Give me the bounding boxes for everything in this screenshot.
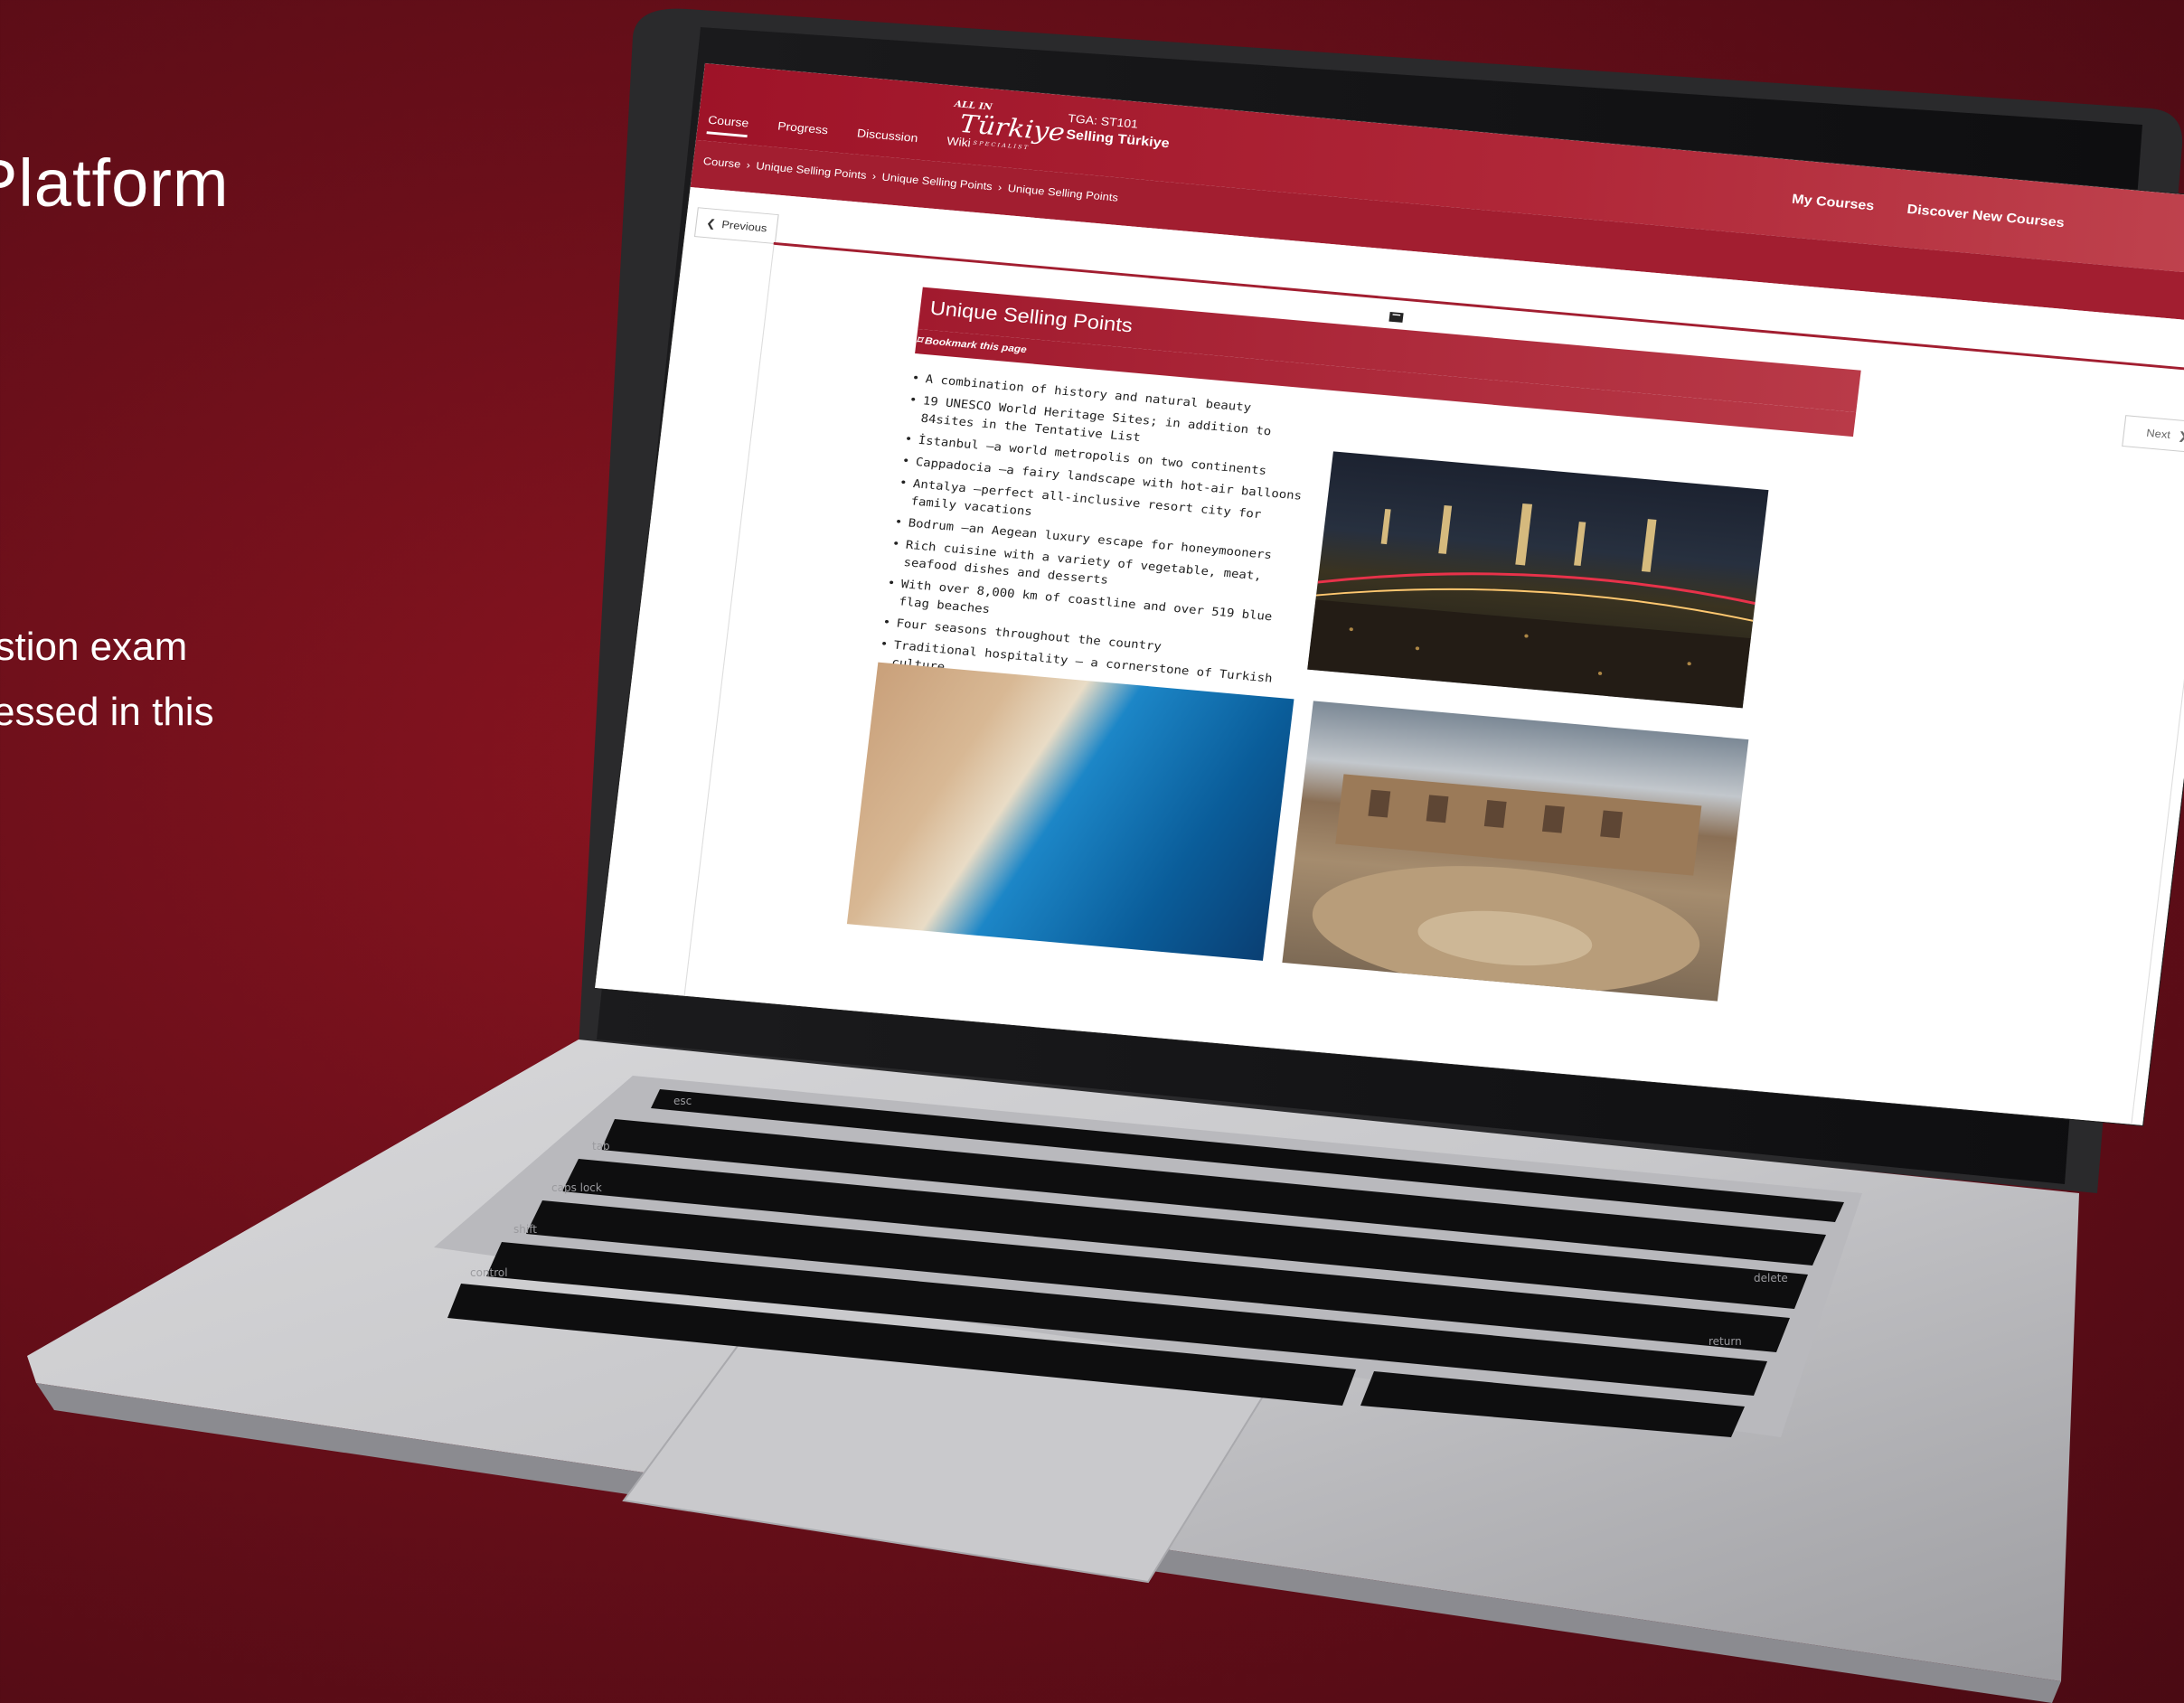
key-label: delete	[1754, 1272, 1788, 1284]
breadcrumb-item[interactable]: Unique Selling Points	[756, 160, 868, 182]
key-label: caps lock	[551, 1181, 602, 1194]
amphitheatre-photo	[1282, 701, 1749, 1002]
chevron-left-icon: ❮	[705, 216, 717, 231]
selling-points-list: A combination of history and natural bea…	[877, 370, 1320, 711]
book-icon[interactable]	[1388, 311, 1407, 325]
beach-photo	[846, 662, 1294, 961]
breadcrumb-item[interactable]: Course	[702, 155, 741, 170]
key-label: tab	[592, 1140, 610, 1153]
tab-discussion[interactable]: Discussion	[855, 127, 918, 153]
key-label: shift	[513, 1223, 537, 1236]
course-name: Selling Türkiye	[1065, 127, 1171, 152]
top-nav: My Courses Discover New Courses	[1791, 192, 2065, 231]
tab-progress[interactable]: Progress	[776, 119, 828, 145]
next-label: Next	[2145, 427, 2171, 441]
breadcrumb-current: Unique Selling Points	[1007, 182, 1119, 204]
key-label: control	[470, 1266, 508, 1279]
laptop-screen: ALL IN Türkiye SPECIALIST TGA: ST101 Sel…	[551, 63, 2184, 1130]
key-label: return	[1709, 1335, 1742, 1348]
chevron-right-icon: ›	[997, 181, 1003, 194]
unit-content: ❮ Previous Unique Selling Points ⌑ Bookm…	[595, 187, 2184, 1125]
my-courses-link[interactable]: My Courses	[1791, 192, 1875, 213]
breadcrumb-item[interactable]: Unique Selling Points	[881, 171, 993, 193]
chevron-right-icon: ❯	[2177, 429, 2184, 443]
previous-button[interactable]: ❮ Previous	[693, 207, 779, 244]
tab-wiki[interactable]: Wiki	[946, 134, 972, 156]
chevron-right-icon: ›	[745, 158, 751, 172]
browser-page: ALL IN Türkiye SPECIALIST TGA: ST101 Sel…	[595, 63, 2184, 1125]
chevron-right-icon: ›	[871, 169, 878, 183]
discover-courses-link[interactable]: Discover New Courses	[1906, 202, 2066, 231]
istanbul-night-photo	[1307, 451, 1769, 709]
tab-course[interactable]: Course	[706, 112, 750, 138]
previous-label: Previous	[720, 218, 768, 235]
